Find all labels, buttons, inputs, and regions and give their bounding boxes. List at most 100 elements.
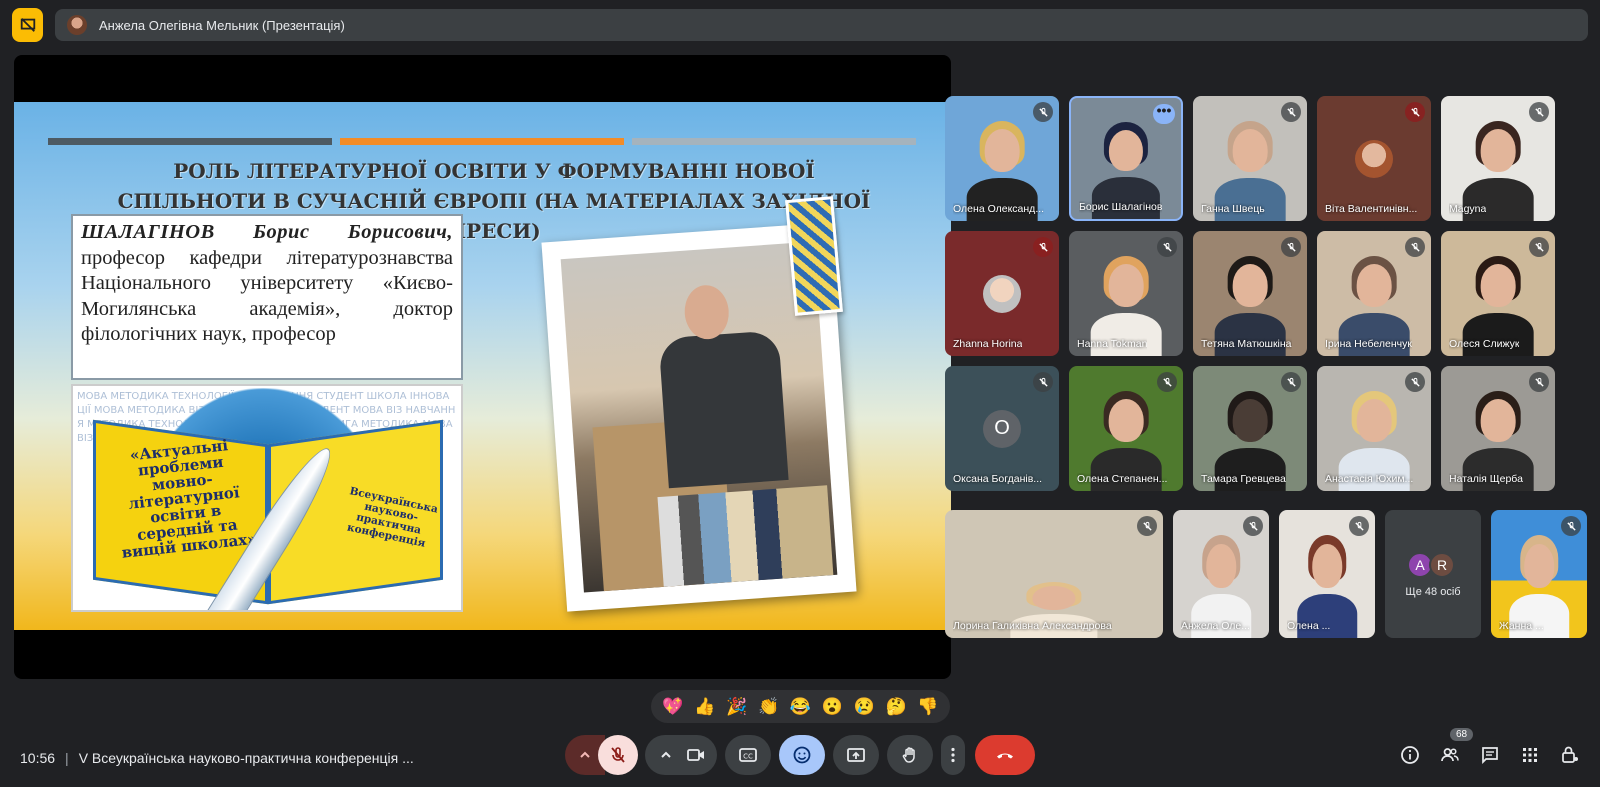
open-book-graphic: «Актуальні проблеми мовно-літературної о… [93,419,443,610]
camera-toggle-button[interactable] [645,735,717,775]
reaction-laugh[interactable]: 😂 [786,697,814,717]
participant-tile[interactable]: Жанна ... [1491,510,1587,638]
participant-tile[interactable]: Тетяна Матюшкіна [1193,231,1307,356]
present-screen-button[interactable] [833,735,879,775]
presentation-stage[interactable]: РОЛЬ ЛІТЕРАТУРНОЇ ОСВІТИ У ФОРМУВАННІ НО… [14,55,951,679]
participant-name: Лорина Галиківна Александрова [953,620,1112,632]
participant-name: Олеся Слижук [1449,338,1520,350]
conference-logo-image: МОВА МЕТОДИКА ТЕХНОЛОГІЇ ВІЗ НАВЧАННЯ СТ… [71,384,463,612]
more-participants-tile[interactable]: A R Ще 48 осіб [1385,510,1481,638]
participant-tile[interactable]: Hanna Tokman [1069,231,1183,356]
people-icon [1441,748,1459,762]
participant-name: Олена Степанен... [1077,473,1168,485]
participant-tile[interactable]: Віта Валентинівн... [1317,96,1431,221]
mic-off-icon [1529,237,1549,257]
participant-name: Magyna [1449,203,1487,215]
mic-off-icon [1157,237,1177,257]
participant-tile[interactable]: Олена Степанен... [1069,366,1183,491]
people-button[interactable] [1438,743,1462,767]
meeting-info: 10:56 | V Всеукраїнська науково-практичн… [20,750,414,766]
participant-tile[interactable]: Zhanna Horina [945,231,1059,356]
participant-name: Тетяна Матюшкіна [1201,338,1292,350]
participant-tile[interactable]: ••• Борис Шалагінов [1069,96,1183,221]
meeting-details-button[interactable] [1398,743,1422,767]
captions-button[interactable]: CC [725,735,771,775]
reaction-party[interactable]: 🎉 [723,697,751,717]
mic-off-icon [1033,102,1053,122]
microphone-toggle-button[interactable] [598,735,638,775]
participant-tile[interactable]: Ірина Небеленчук [1317,231,1431,356]
more-participants-label: Ще 48 осіб [1405,586,1461,598]
chat-button[interactable] [1478,743,1502,767]
participant-avatar: О [983,409,1021,448]
mic-off-icon [1405,237,1425,257]
participant-tile[interactable]: О Оксана Богданів... [945,366,1059,491]
participant-tile[interactable]: Лорина Галиківна Александрова [945,510,1163,638]
leave-call-button[interactable] [975,735,1035,775]
mic-off-icon [1157,372,1177,392]
participant-name: Жанна ... [1499,620,1544,632]
mic-off-icon [1281,237,1301,257]
lock-person-icon [1562,746,1578,763]
participant-avatar [1355,139,1393,178]
presenter-label-pill: Анжела Олегівна Мельник (Презентація) [55,9,1588,41]
participant-tile[interactable]: Олеся Слижук [1441,231,1555,356]
activities-button[interactable] [1518,743,1542,767]
participant-avatar [983,274,1021,313]
reaction-thumbs-down[interactable]: 👎 [914,697,942,717]
participant-name: Zhanna Horina [953,338,1023,350]
mic-off-icon [1529,102,1549,122]
reaction-surprised[interactable]: 😮 [818,697,846,717]
mic-off-icon [1529,372,1549,392]
slide-bar-orange [340,138,624,145]
more-options-button[interactable] [941,735,965,775]
slide-bar-grey [632,138,916,145]
participant-tile[interactable]: Анастасія Юхим... [1317,366,1431,491]
apps-grid-icon [1523,748,1537,762]
reaction-sad[interactable]: 😢 [850,697,878,717]
reaction-thumbs-up[interactable]: 👍 [691,697,719,717]
participant-tile[interactable]: Олена ... [1279,510,1375,638]
mic-off-icon [1033,372,1053,392]
participant-name: Hanna Tokman [1077,338,1148,350]
reactions-button[interactable] [779,735,825,775]
participant-tile[interactable]: Тамара Гревцева [1193,366,1307,491]
separator: | [65,750,69,766]
participant-name: Тамара Гревцева [1201,473,1286,485]
speaker-bio: професор кафедри літературознавства Наці… [81,246,453,346]
mic-off-icon [1405,102,1425,122]
host-controls-button[interactable] [1558,743,1582,767]
participant-tile[interactable]: Наталія Щерба [1441,366,1555,491]
mic-off-icon [1561,516,1581,536]
meeting-title[interactable]: V Всеукраїнська науково-практична конфер… [79,750,414,766]
book-title: «Актуальні проблеми мовно-літературної о… [120,436,258,562]
more-vert-icon [951,747,955,763]
more-options-icon[interactable]: ••• [1153,103,1175,124]
stop-presenting-icon [20,18,35,32]
reaction-thinking[interactable]: 🤔 [882,697,910,717]
participant-tile[interactable]: Олена Олександ... [945,96,1059,221]
video-camera-icon [687,749,704,761]
presenting-indicator[interactable] [12,8,43,42]
participant-name: Олена ... [1287,620,1331,632]
slide-bar-dark [48,138,332,145]
slide-header-bars [48,138,916,145]
info-icon [1401,746,1419,764]
reactions-bar: 💖 👍 🎉 👏 😂 😮 😢 🤔 👎 [651,690,950,723]
reaction-heart[interactable]: 💖 [659,697,687,717]
participant-name: Ірина Небеленчук [1325,338,1412,350]
hang-up-icon [997,753,1013,759]
participant-tile[interactable]: Анжела Оле... [1173,510,1269,638]
participant-tile[interactable]: Ганна Швець [1193,96,1307,221]
mic-off-icon [1243,516,1263,536]
participant-avatar: R [1429,552,1455,578]
mic-off-icon [1281,372,1301,392]
participant-name: Наталія Щерба [1449,473,1523,485]
reaction-clap[interactable]: 👏 [755,697,783,717]
raise-hand-button[interactable] [887,735,933,775]
mic-off-icon [611,747,625,763]
mic-off-icon [1405,372,1425,392]
clock: 10:56 [20,750,56,766]
participant-tile[interactable]: Magyna [1441,96,1555,221]
mic-off-icon [1033,237,1053,257]
